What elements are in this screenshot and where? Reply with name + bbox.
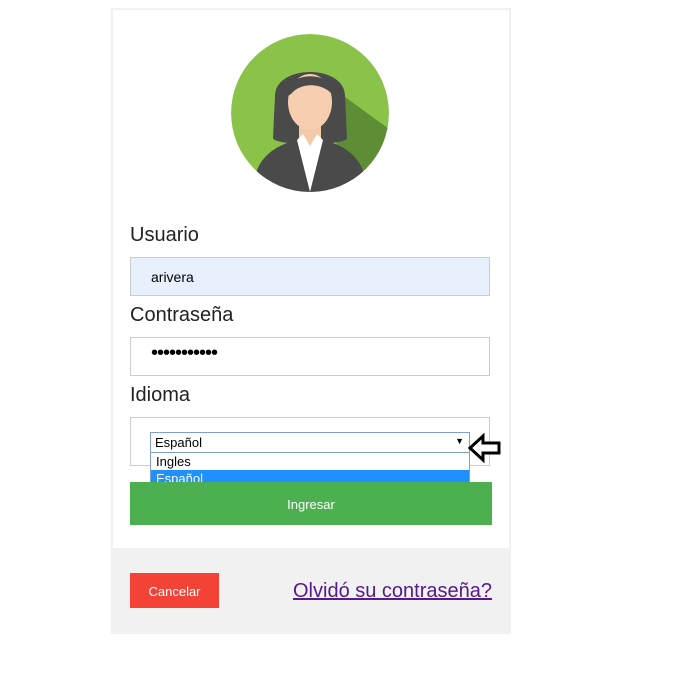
avatar-icon — [231, 34, 389, 192]
submit-button[interactable]: Ingresar — [130, 482, 492, 525]
username-input[interactable]: arivera — [130, 257, 490, 296]
language-label: Idioma — [130, 384, 191, 406]
cancel-button[interactable]: Cancelar — [130, 573, 219, 608]
language-selected-value: Español — [155, 435, 202, 450]
password-label: Contraseña — [130, 304, 234, 326]
username-label: Usuario — [130, 224, 199, 246]
password-value: ••••••••••• — [151, 342, 218, 364]
language-select[interactable]: Español ▼ — [150, 432, 470, 453]
password-input[interactable]: ••••••••••• — [130, 337, 490, 376]
left-arrow-pointer-icon — [467, 432, 501, 464]
forgot-password-link[interactable]: Olvidó su contraseña? — [293, 580, 492, 603]
language-option-ingles[interactable]: Ingles — [151, 453, 469, 470]
username-value: arivera — [151, 269, 194, 285]
caret-down-icon: ▼ — [455, 436, 464, 446]
